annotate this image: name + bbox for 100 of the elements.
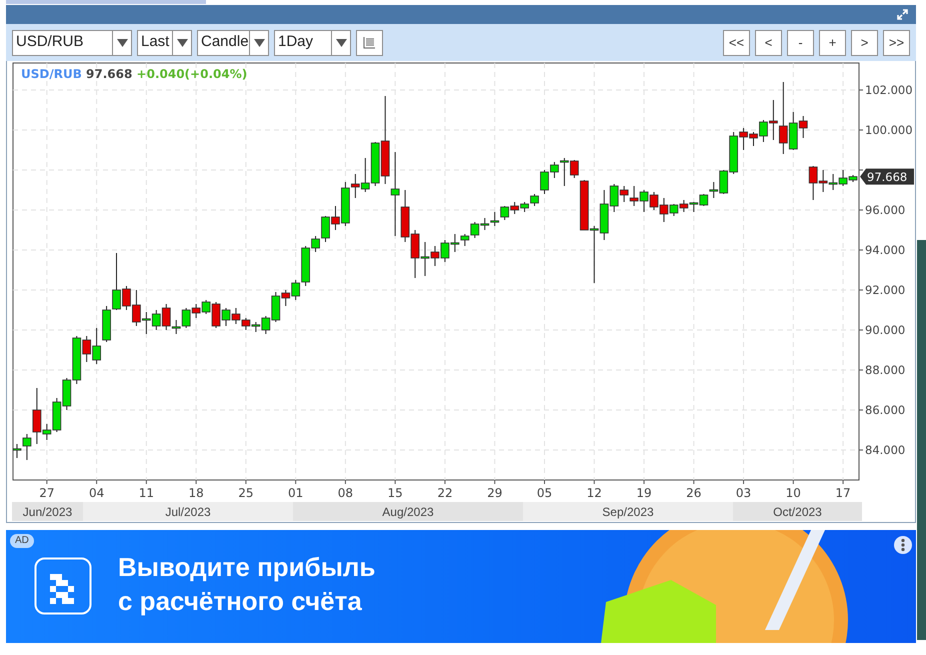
rising-candle [222,308,230,326]
falling-candle [400,190,410,242]
axis-label: 27 [39,486,54,500]
falling-candle [281,290,290,306]
falling-candle [32,388,42,444]
axis-label: 10 [786,486,801,500]
rising-candle [500,206,510,220]
caret-icon [116,38,128,48]
list-button[interactable] [356,30,383,56]
month-label: Sep/2023 [523,502,733,521]
axis-label: 92.000 [865,283,906,297]
falling-candle [798,116,808,138]
falling-candle [350,174,360,198]
rising-candle [828,174,838,190]
rising-candle [142,312,151,334]
rising-candle [689,202,698,212]
rising-candle [360,158,370,192]
falling-candle [212,302,220,328]
dropdown[interactable]: Candle [197,30,269,56]
dropdown[interactable]: USD/RUB [12,30,132,56]
rising-candle [182,308,191,328]
axis-label: 94.000 [865,243,906,257]
axis-label: 03 [736,486,752,500]
dropdown[interactable]: Last [137,30,192,56]
falling-candle [410,230,420,278]
nav-button[interactable]: + [819,30,846,56]
rising-candle [480,218,490,230]
rising-candle [669,204,678,216]
expand-icon[interactable] [897,9,908,20]
axis-label: 96.000 [865,203,906,217]
falling-candle [510,202,520,214]
falling-candle [620,186,628,202]
chart-legend: USD/RUB 97.668 +0.040(+0.04%) [21,67,248,81]
falling-candle [660,198,668,222]
falling-candle [650,192,658,210]
ad-badge: AD [10,534,34,548]
caret-icon [254,38,264,48]
rising-candle [420,242,430,276]
falling-candle [232,308,240,324]
falling-candle [430,246,440,266]
nav-button[interactable]: >> [883,30,910,56]
falling-candle [192,304,201,318]
rising-candle [470,222,480,238]
axis-label: 08 [338,486,354,500]
ad-banner[interactable]: AD Выводите прибыль с расчётного счёта [6,530,916,643]
rising-candle [759,120,768,142]
caret-icon [336,38,346,48]
axis-label: 86.000 [865,403,906,417]
month-label: Jul/2023 [83,502,293,521]
nav-button[interactable]: << [723,30,750,56]
axis-label: 12 [586,486,602,500]
list-icon [363,36,376,49]
axis-label: 01 [288,486,304,500]
axis-label: 88.000 [865,363,906,377]
rising-candle [490,212,500,226]
axis-label: 11 [138,486,154,500]
falling-candle [242,318,250,330]
axis-label: 29 [487,486,502,500]
falling-candle [679,200,688,212]
rising-candle [92,328,101,364]
nav-button[interactable]: < [755,30,782,56]
rising-candle [172,320,181,334]
axis-label: 26 [686,486,702,500]
axis-label: 04 [88,486,104,500]
month-label: Aug/2023 [293,502,523,521]
rising-candle [152,310,161,330]
axis-label: 90.000 [865,323,906,337]
axis-label: 15 [388,486,403,500]
rising-candle [341,182,350,226]
rising-candle [520,202,529,212]
nav-button[interactable]: > [851,30,878,56]
ad-headline: с расчётного счёта [118,585,363,618]
axis-label: 17 [835,486,851,500]
rising-candle [788,112,798,150]
falling-candle [630,186,638,206]
rising-candle [590,226,599,284]
dropdown[interactable]: 1Day [274,30,351,56]
axis-label: 100.000 [865,123,913,137]
falling-candle [162,304,171,330]
axis-label: 25 [238,486,254,500]
axis-label: 102.000 [865,83,913,97]
axis-label: 05 [536,486,552,500]
axis-label: 22 [437,486,453,500]
month-label: Oct/2023 [733,502,862,521]
month-label: Jun/2023 [12,502,83,521]
ad-headline: Выводите прибыль [118,551,376,584]
axis-label: 18 [188,486,204,500]
falling-candle [82,336,92,362]
nav-button[interactable]: - [787,30,814,56]
falling-candle [331,206,340,230]
rising-candle [640,190,648,212]
rising-candle [370,142,380,186]
axis-label: 19 [636,486,652,500]
rising-candle [699,194,708,206]
rising-candle [202,300,210,314]
price-tag: 97.668 [860,168,914,185]
logo-icon [34,557,92,615]
caret-icon [176,38,188,48]
more-options-icon[interactable] [894,536,912,554]
axis-label: 84.000 [865,443,906,457]
